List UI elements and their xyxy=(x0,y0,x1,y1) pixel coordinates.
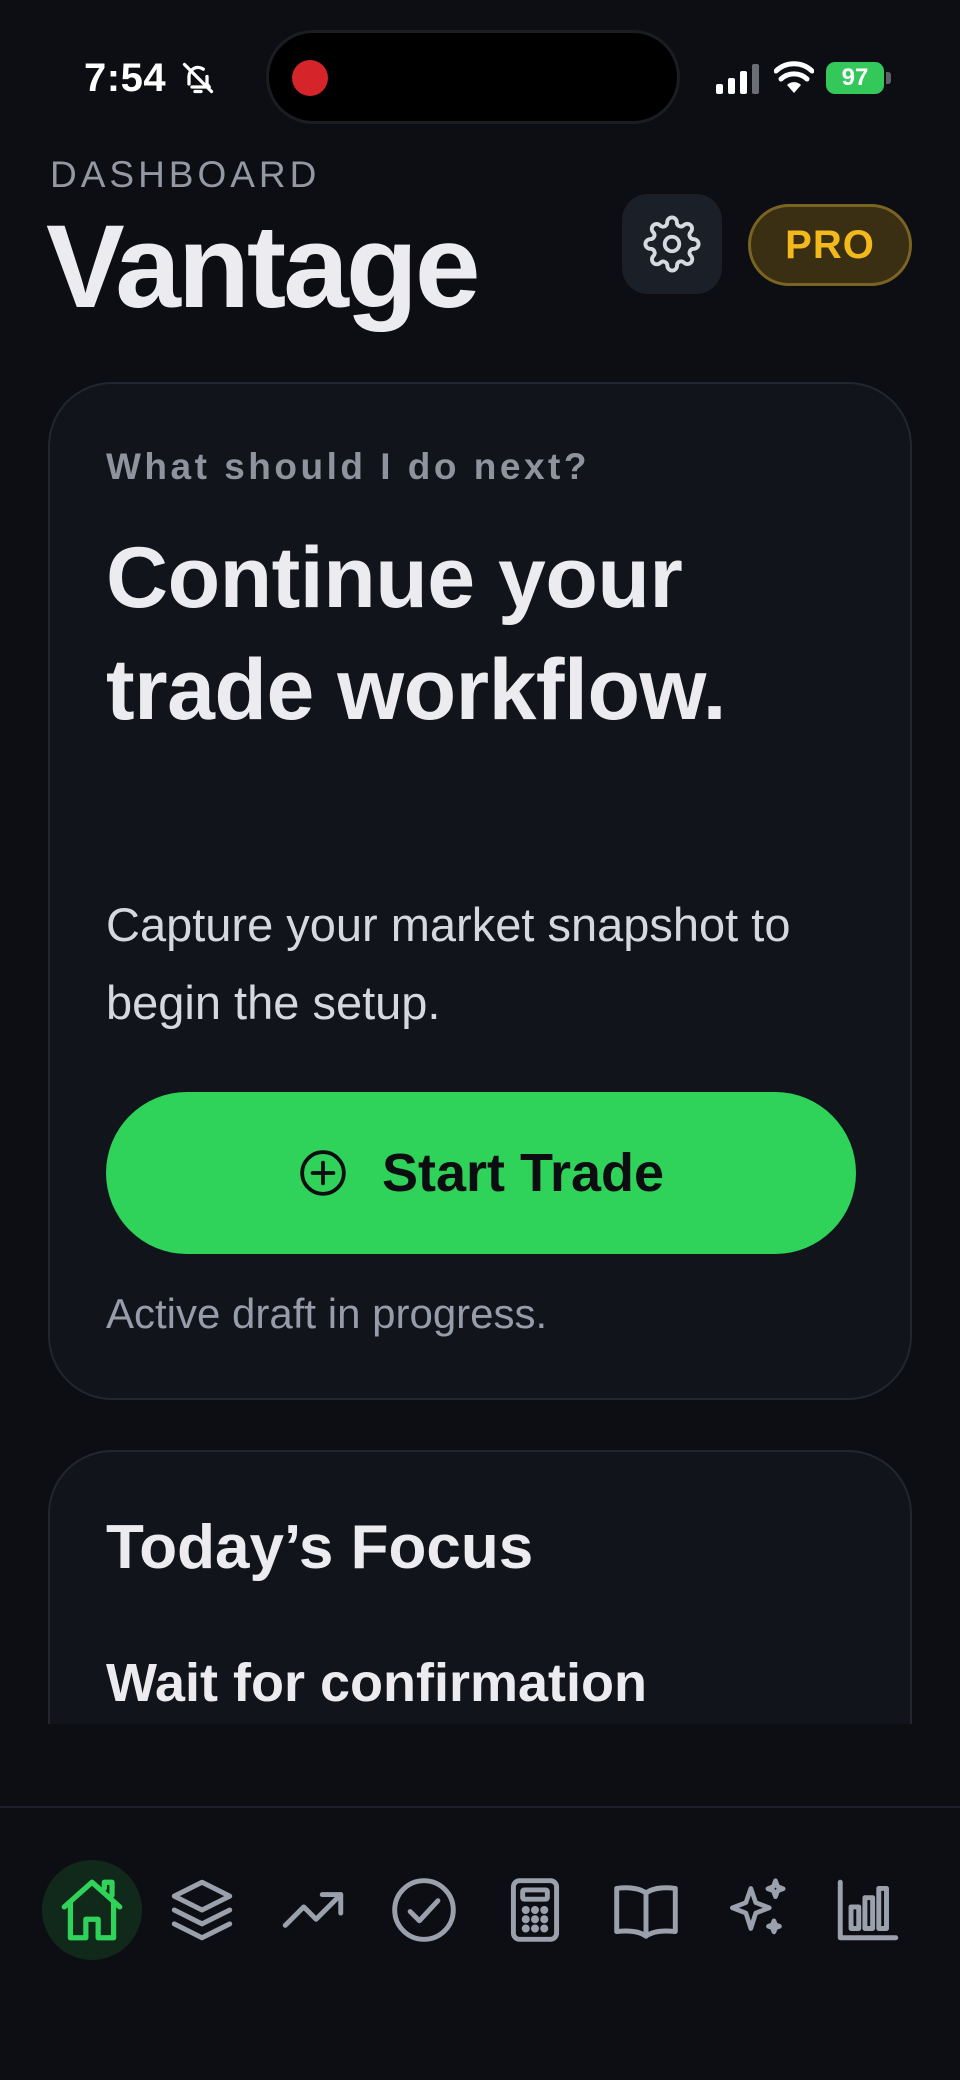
layers-icon xyxy=(171,1879,233,1941)
next-step-card: What should I do next? Continue your tra… xyxy=(48,382,912,1400)
start-trade-label: Start Trade xyxy=(381,1143,665,1203)
focus-card-viewport: Today’s Focus Wait for confirmation xyxy=(0,1440,960,1724)
tab-journal[interactable] xyxy=(596,1860,696,1960)
dashboard-screen: 7:54 97 DASHBOARD Vantage PRO What shoul… xyxy=(0,0,960,2080)
trend-up-icon xyxy=(282,1892,344,1928)
battery-indicator: 97 xyxy=(826,62,884,94)
focus-item: Wait for confirmation xyxy=(106,1653,647,1713)
recording-indicator xyxy=(292,60,328,96)
bell-muted-icon xyxy=(182,62,214,94)
focus-card-title: Today’s Focus xyxy=(106,1513,534,1582)
status-bar: 7:54 97 xyxy=(0,0,960,150)
tab-trends[interactable] xyxy=(263,1860,363,1960)
wifi-icon xyxy=(774,61,814,93)
bottom-tab-bar xyxy=(0,1806,960,2080)
status-time: 7:54 xyxy=(84,56,167,100)
page-eyebrow: DASHBOARD xyxy=(50,154,321,195)
pro-badge[interactable]: PRO xyxy=(748,204,912,286)
check-circle-icon xyxy=(392,1878,456,1942)
tab-checklist[interactable] xyxy=(374,1860,474,1960)
app-title: Vantage xyxy=(46,201,481,333)
tab-analytics[interactable] xyxy=(818,1860,918,1960)
gear-icon xyxy=(643,215,701,273)
todays-focus-card[interactable]: Today’s Focus Wait for confirmation xyxy=(48,1450,912,1724)
tab-layers[interactable] xyxy=(152,1860,252,1960)
tab-home[interactable] xyxy=(42,1860,142,1960)
calculator-icon xyxy=(510,1878,560,1942)
dynamic-island xyxy=(266,30,680,124)
cellular-signal-icon xyxy=(716,64,759,94)
battery-cap xyxy=(886,72,891,84)
settings-button[interactable] xyxy=(622,194,722,294)
draft-status-note: Active draft in progress. xyxy=(106,1290,548,1337)
book-icon xyxy=(614,1885,678,1939)
tab-ai-insights[interactable] xyxy=(707,1860,807,1960)
sparkles-icon xyxy=(730,1878,786,1935)
home-icon xyxy=(61,1879,123,1941)
next-step-heading: Continue your trade workflow. xyxy=(106,530,727,738)
next-step-description: Capture your market snapshot to begin th… xyxy=(106,898,791,1029)
next-step-label: What should I do next? xyxy=(106,446,590,487)
plus-circle-icon xyxy=(300,1150,346,1196)
start-trade-button[interactable]: Start Trade xyxy=(106,1092,856,1254)
tab-calculator[interactable] xyxy=(485,1860,585,1960)
bar-chart-icon xyxy=(837,1879,899,1941)
